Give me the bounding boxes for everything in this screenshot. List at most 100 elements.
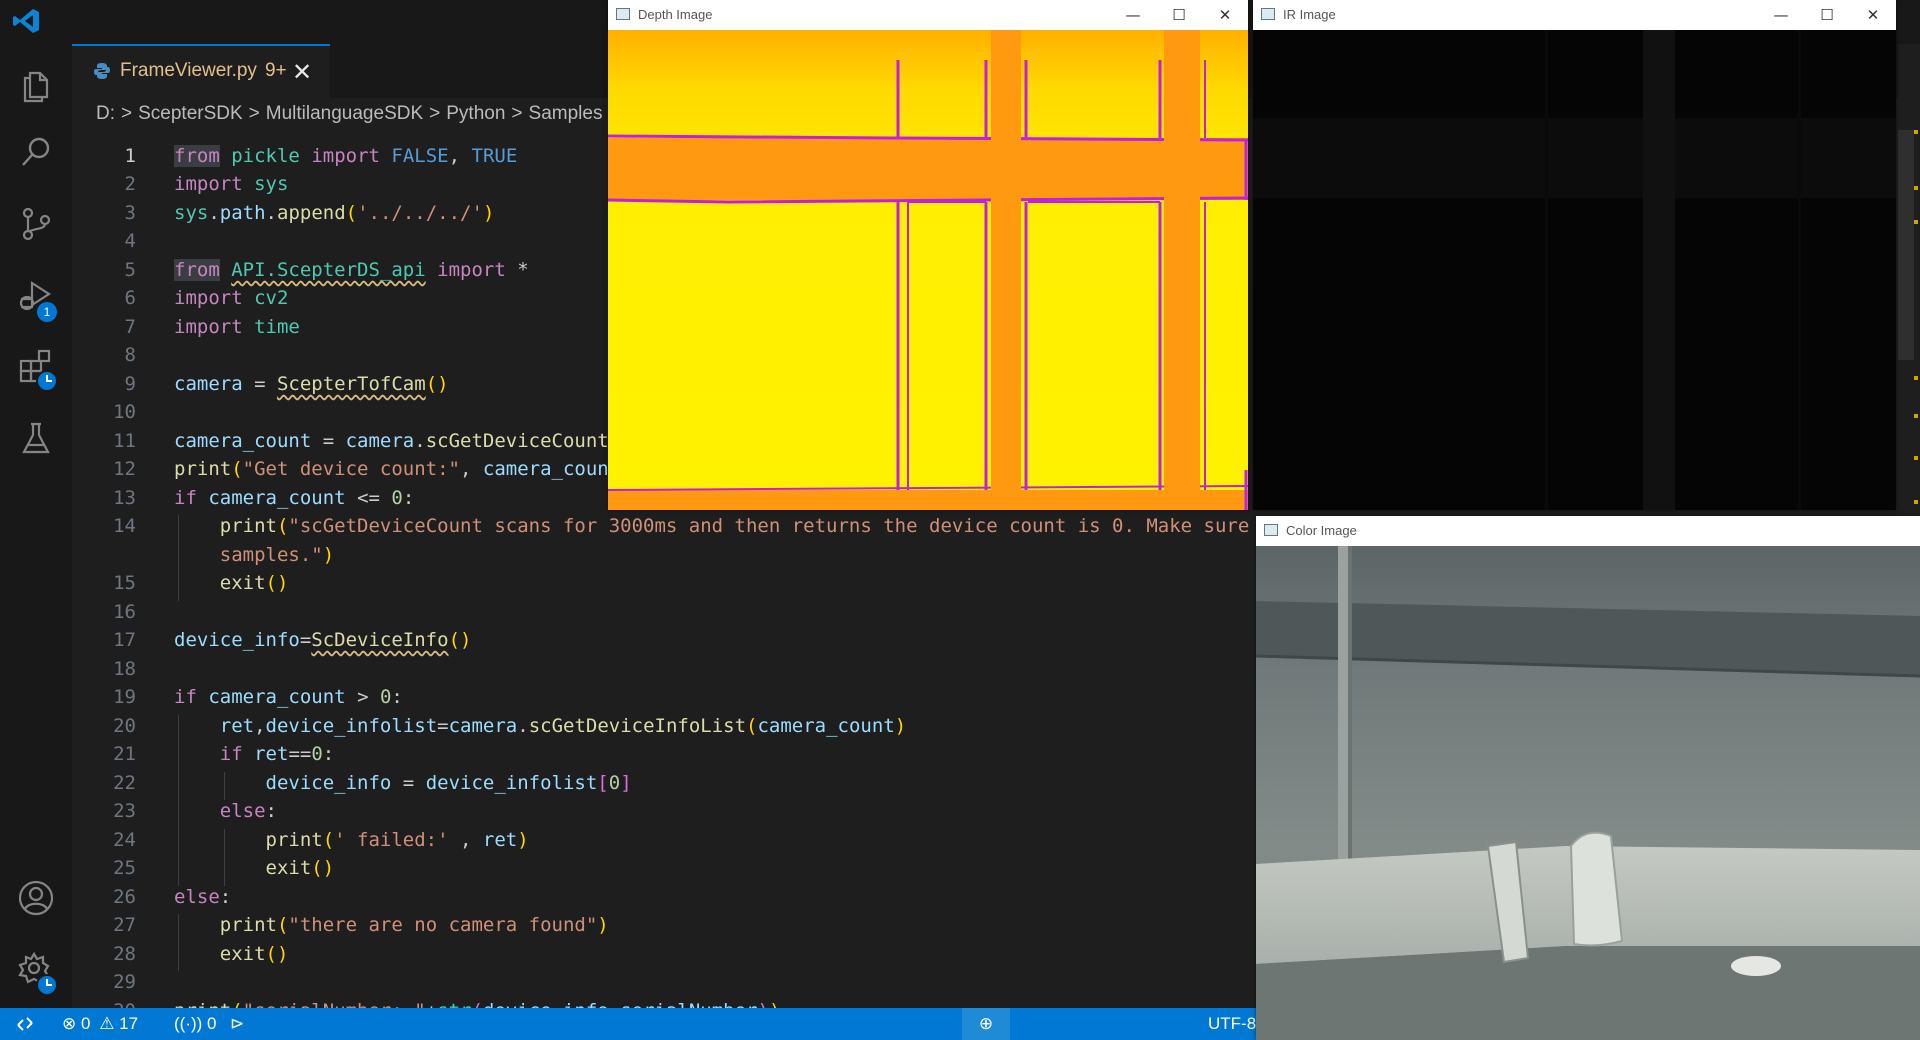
code-line-7: import time: [174, 316, 300, 338]
run-debug-badge: 1: [37, 302, 57, 322]
line-number: 5: [124, 259, 136, 281]
source-control-icon: [22, 207, 51, 241]
code-line-14-wrap: samples."): [219, 544, 335, 566]
line-number: 13: [113, 487, 136, 509]
remote-icon: [17, 1017, 33, 1031]
code-line-13: if camera_count <= 0:: [174, 487, 415, 509]
line-number: 19: [113, 686, 136, 708]
color-image-window[interactable]: Color Image: [1256, 516, 1920, 1040]
code-line-5: from API.ScepterDS_api import *: [174, 259, 529, 281]
code-line-23: else:: [219, 800, 277, 822]
ports-count: 0: [207, 1014, 217, 1033]
code-line-3: sys.path.append('../../../'): [174, 202, 495, 224]
close-button[interactable]: ✕: [1202, 2, 1248, 28]
warning-marker: [1914, 456, 1918, 460]
maximize-button[interactable]: ☐: [1804, 2, 1850, 28]
ir-window-titlebar[interactable]: IR Image — ☐ ✕: [1253, 0, 1896, 30]
line-number: 28: [113, 943, 136, 965]
warning-marker: [1914, 500, 1918, 504]
code-line-27: print("there are no camera found"): [219, 914, 609, 936]
line-number: 15: [113, 572, 136, 594]
maximize-button[interactable]: ☐: [1156, 2, 1202, 28]
tab-problem-count: 9+: [264, 60, 287, 81]
color-image: [1256, 546, 1920, 1040]
line-number: 18: [113, 658, 136, 680]
line-number: 9: [124, 373, 136, 395]
window-title: IR Image: [1283, 7, 1336, 22]
clock-icon: [36, 974, 58, 996]
remote-indicator[interactable]: [0, 1008, 52, 1040]
chevron-right-icon: >: [429, 103, 441, 124]
ir-image-window[interactable]: IR Image — ☐ ✕: [1253, 0, 1896, 510]
line-number: 11: [113, 430, 136, 452]
breadcrumb-item[interactable]: ScepterSDK: [138, 103, 243, 124]
breadcrumb-item[interactable]: Samples: [529, 103, 603, 124]
breadcrumb-item[interactable]: D:: [96, 103, 115, 124]
code-line-30: print("serialNumber: "+str(device_info.s…: [174, 1000, 780, 1008]
code-line-19: if camera_count > 0:: [174, 686, 403, 708]
code-line-15: exit(): [219, 572, 289, 594]
minimize-button[interactable]: —: [1110, 2, 1156, 28]
code-line-1: from pickle import FALSE, TRUE: [174, 145, 518, 167]
source-control-button[interactable]: [0, 192, 72, 256]
zoom-button[interactable]: ⊕: [962, 1008, 1010, 1040]
code-line-6: import cv2: [174, 287, 289, 309]
code-line-21: if ret==0:: [219, 743, 335, 765]
accounts-button[interactable]: [0, 866, 72, 930]
vscode-logo-icon[interactable]: [11, 6, 41, 36]
code-line-28: exit(): [219, 943, 289, 965]
problems-indicator[interactable]: ⊗ 0 ⚠ 17: [62, 1014, 138, 1034]
files-icon: [23, 71, 49, 103]
ports-indicator[interactable]: ((·)) 0: [174, 1014, 217, 1034]
line-number: 10: [113, 401, 136, 423]
warning-marker: [1914, 186, 1918, 190]
debug-launch-button[interactable]: ⊳: [230, 1014, 244, 1034]
depth-image-window[interactable]: Depth Image — ☐ ✕: [608, 0, 1248, 510]
line-number: 29: [113, 971, 136, 993]
breadcrumb-path[interactable]: D: > ScepterSDK > MultilanguageSDK > Python > Sa…: [96, 103, 602, 125]
line-number: 17: [113, 629, 136, 651]
window-app-icon: [1264, 524, 1278, 536]
color-window-titlebar[interactable]: Color Image: [1256, 516, 1920, 546]
depth-window-titlebar[interactable]: Depth Image — ☐ ✕: [608, 0, 1248, 30]
line-number: 22: [113, 772, 136, 794]
run-debug-button[interactable]: 1: [0, 264, 72, 328]
depth-image-view: [608, 30, 1248, 510]
line-number: 16: [113, 601, 136, 623]
line-number: 26: [113, 886, 136, 908]
code-line-20: ret,device_infolist=camera.scGetDeviceIn…: [219, 715, 907, 737]
tab-close-icon[interactable]: ✕: [292, 58, 312, 86]
scrollbar-thumb[interactable]: [1898, 130, 1914, 360]
line-number: 21: [113, 743, 136, 765]
warning-marker: [1914, 376, 1918, 380]
search-button[interactable]: [0, 120, 72, 184]
code-line-11: camera_count = camera.scGetDeviceCount(): [174, 430, 632, 452]
tab-label: FrameViewer.py 9+: [120, 60, 287, 81]
line-number: 6: [124, 287, 136, 309]
tab-frameviewer[interactable]: FrameViewer.py 9+ ✕: [72, 44, 330, 98]
window-title: Color Image: [1286, 523, 1357, 538]
activity-bar: 1: [0, 44, 72, 1008]
manage-button[interactable]: [0, 938, 72, 1002]
breadcrumb-item[interactable]: Python: [446, 103, 505, 124]
error-icon: ⊗: [62, 1014, 77, 1033]
code-line-9: camera = ScepterTofCam(): [174, 373, 449, 395]
minimize-button[interactable]: —: [1758, 2, 1804, 28]
ir-image: [1253, 30, 1896, 510]
chevron-right-icon: >: [248, 103, 260, 124]
error-count: 0: [80, 1014, 91, 1033]
code-line-22: device_info = device_infolist[0]: [265, 772, 632, 794]
flask-icon: [22, 422, 50, 454]
encoding-indicator[interactable]: UTF-8: [1208, 1014, 1256, 1034]
zoom-in-icon: ⊕: [978, 1014, 994, 1033]
line-number: 12: [113, 458, 136, 480]
chevron-right-icon: >: [121, 103, 133, 124]
line-number: 23: [113, 800, 136, 822]
testing-button[interactable]: [0, 406, 72, 470]
line-number: 24: [113, 829, 136, 851]
breadcrumb-item[interactable]: MultilanguageSDK: [266, 103, 423, 124]
explorer-button[interactable]: [0, 52, 72, 116]
extensions-button[interactable]: [0, 334, 72, 398]
code-line-26: else:: [174, 886, 232, 908]
close-button[interactable]: ✕: [1850, 2, 1896, 28]
